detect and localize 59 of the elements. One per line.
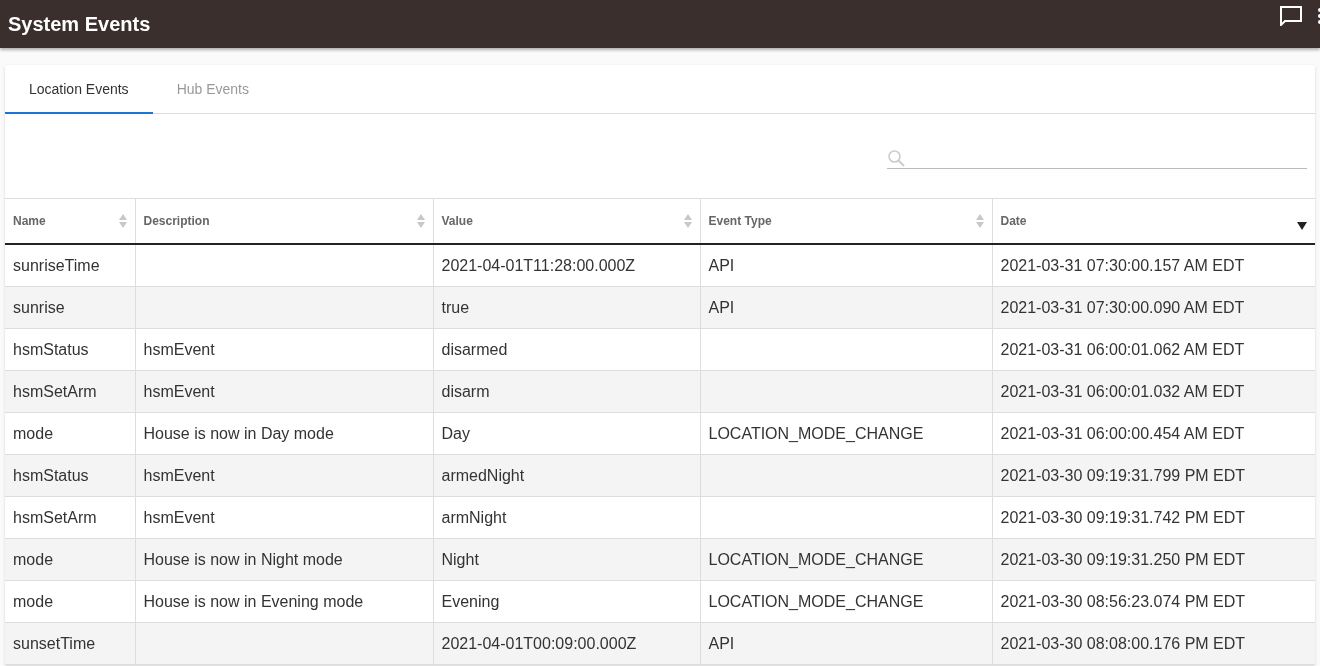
column-header[interactable]: Value: [441, 214, 473, 228]
table-cell: API: [708, 634, 735, 652]
table-cell: 2021-03-31 06:00:01.062 AM EDT: [1000, 340, 1245, 358]
table-cell: sunsetTime: [13, 634, 96, 652]
table-cell: 2021-03-30 08:08:00.176 PM EDT: [1000, 634, 1246, 652]
tab[interactable]: Location Events: [5, 65, 153, 114]
table-cell: 2021-03-31 06:00:01.032 AM EDT: [1000, 382, 1245, 400]
table-cell: 2021-03-30 09:19:31.250 PM EDT: [1000, 550, 1246, 568]
tab[interactable]: Hub Events: [152, 65, 273, 114]
table-cell: sunrise: [13, 298, 65, 316]
table-cell: hsmEvent: [143, 508, 215, 526]
table-cell: hsmStatus: [13, 466, 89, 484]
table-cell: API: [708, 298, 735, 316]
chat-icon[interactable]: [1280, 6, 1302, 26]
table-cell: hsmStatus: [13, 340, 89, 358]
table-cell: hsmEvent: [143, 340, 215, 358]
table-cell: mode: [13, 550, 54, 568]
table-cell: Day: [441, 424, 470, 442]
search-icon: [887, 148, 906, 168]
sort-descending-icon[interactable]: [1297, 222, 1307, 230]
table-cell: LOCATION_MODE_CHANGE: [708, 424, 924, 442]
table-cell: 2021-04-01T00:09:00.000Z: [441, 634, 637, 652]
table-cell: armedNight: [441, 466, 525, 484]
column-header[interactable]: Date: [1000, 214, 1027, 228]
table-cell: hsmSetArm: [13, 382, 97, 400]
sort-icon[interactable]: [683, 213, 692, 229]
sort-icon[interactable]: [975, 213, 984, 229]
table-cell: 2021-03-31 06:00:00.454 AM EDT: [1000, 424, 1245, 442]
column-header[interactable]: Description: [143, 214, 210, 228]
table-cell: armNight: [441, 508, 507, 526]
table-cell: sunriseTime: [13, 256, 100, 274]
table-cell: API: [708, 256, 735, 274]
table-cell: hsmEvent: [143, 382, 215, 400]
table-cell: House is now in Day mode: [143, 424, 334, 442]
column-header[interactable]: Name: [13, 214, 46, 228]
table-cell: disarmed: [441, 340, 508, 358]
table-cell: 2021-03-31 07:30:00.090 AM EDT: [1000, 298, 1245, 316]
column-header[interactable]: Event Type: [708, 214, 772, 228]
table-cell: 2021-03-30 09:19:31.799 PM EDT: [1000, 466, 1246, 484]
table-cell: LOCATION_MODE_CHANGE: [708, 592, 924, 610]
table-cell: mode: [13, 592, 54, 610]
page-title: System Events: [8, 12, 152, 36]
table-cell: House is now in Night mode: [143, 550, 343, 568]
table-cell: LOCATION_MODE_CHANGE: [708, 550, 924, 568]
search-field[interactable]: [887, 148, 1307, 169]
table-cell: disarm: [441, 382, 490, 400]
sort-icon[interactable]: [416, 213, 425, 229]
table-cell: House is now in Evening mode: [143, 592, 364, 610]
table-cell: mode: [13, 424, 54, 442]
sort-icon[interactable]: [118, 213, 127, 229]
table-cell: 2021-03-30 09:19:31.742 PM EDT: [1000, 508, 1246, 526]
table-cell: 2021-03-31 07:30:00.157 AM EDT: [1000, 256, 1245, 274]
table-cell: Evening: [441, 592, 500, 610]
table-cell: hsmEvent: [143, 466, 215, 484]
table-cell: true: [441, 298, 470, 316]
table-cell: Night: [441, 550, 479, 568]
table-cell: hsmSetArm: [13, 508, 97, 526]
table-cell: 2021-04-01T11:28:00.000Z: [441, 256, 636, 274]
table-cell: 2021-03-30 08:56:23.074 PM EDT: [1000, 592, 1246, 610]
